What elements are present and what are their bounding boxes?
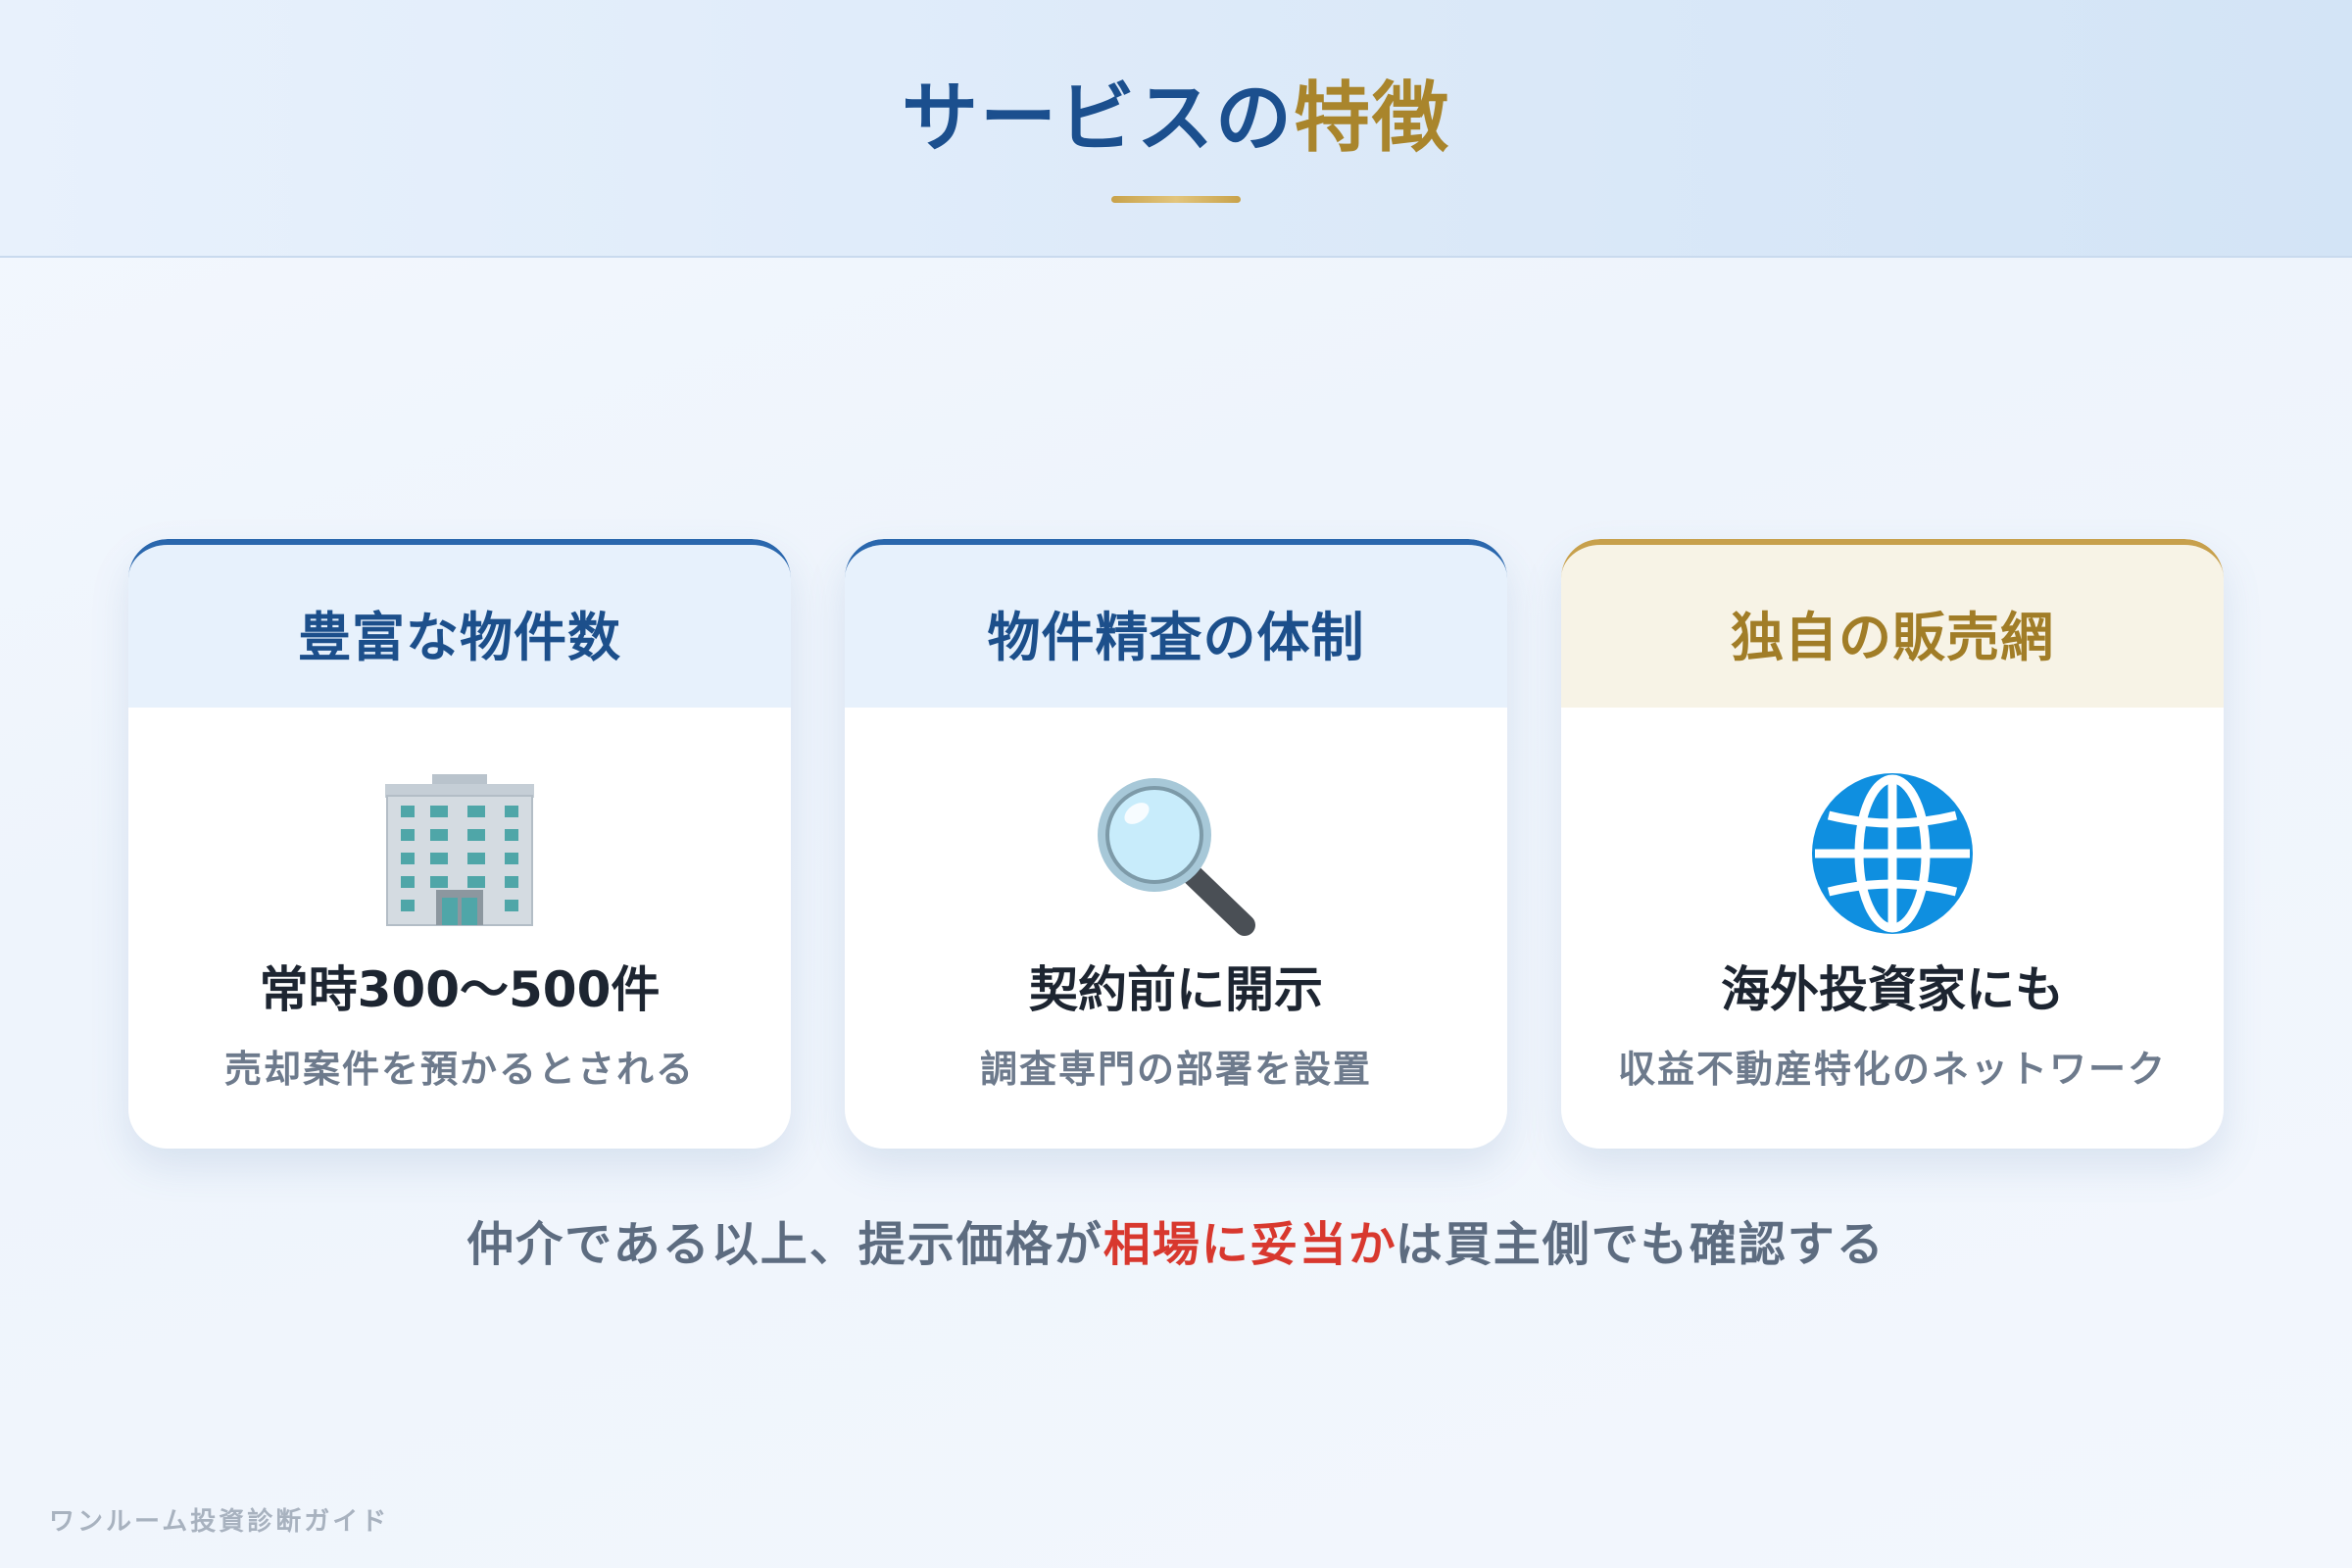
magnifying-glass-icon xyxy=(845,770,1507,936)
card-main-text: 契約前に開示 xyxy=(1029,961,1323,1018)
page-header: サービスの特徴 xyxy=(0,0,2352,258)
page-title: サービスの特徴 xyxy=(0,65,2352,172)
page-title-main: サービスの xyxy=(901,74,1294,163)
globe-icon xyxy=(1561,770,2224,934)
card-title: 豊富な物件数 xyxy=(298,607,621,668)
note-highlight: 相場に妥当か xyxy=(1102,1217,1396,1272)
card-main-text: 海外投資家にも xyxy=(1721,961,2064,1018)
note-before: 仲介である以上、提示価格が xyxy=(466,1217,1103,1272)
card-main-text: 常時300〜500件 xyxy=(259,961,661,1018)
card-header: 物件精査の体制 xyxy=(845,539,1507,708)
card-sub-text: 収益不動産特化のネットワーク xyxy=(1617,1048,2167,1091)
card-title: 独自の販売網 xyxy=(1731,607,2054,668)
note-after: は買主側でも確認する xyxy=(1395,1217,1886,1272)
card-sub-text: 調査専門の部署を設置 xyxy=(979,1048,1372,1091)
card-sub-text: 売却案件を預かるとされる xyxy=(223,1048,695,1091)
card-header: 独自の販売網 xyxy=(1561,539,2224,708)
note-text: 仲介である以上、提示価格が相場に妥当かは買主側でも確認する xyxy=(0,1205,2352,1274)
feature-card-inspection: 物件精査の体制 契約前に開示 調査専門の部署を設置 xyxy=(845,539,1507,1149)
page-title-accent: 特徴 xyxy=(1294,74,1451,163)
feature-card-sales-network: 独自の販売網 海外投資家にも 収益不動産特化のネットワーク xyxy=(1561,539,2224,1149)
office-building-icon xyxy=(128,770,791,927)
feature-card-listings: 豊富な物件数 常時300〜500件 売却案件を預かるとされる xyxy=(128,539,791,1149)
title-underline xyxy=(1111,196,1241,203)
card-title: 物件精査の体制 xyxy=(987,607,1365,668)
footer-brand: ワンルーム投資診断ガイド xyxy=(49,1507,390,1537)
card-header: 豊富な物件数 xyxy=(128,539,791,708)
